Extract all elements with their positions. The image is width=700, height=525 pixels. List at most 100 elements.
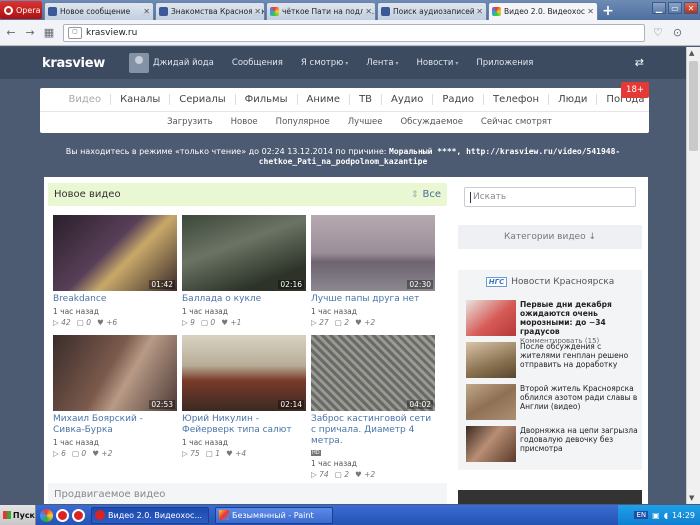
- link-watching-now[interactable]: Сейчас смотрят: [472, 117, 561, 127]
- video-stats: ▷ 74 ▢ 2 ♥ +2: [311, 470, 376, 479]
- close-tab-icon[interactable]: ✕: [474, 7, 483, 16]
- video-title[interactable]: Лучше папы друга нет: [311, 294, 435, 305]
- start-button[interactable]: Пуск: [0, 505, 36, 525]
- link-popular[interactable]: Популярное: [267, 117, 339, 127]
- tab-radio[interactable]: Радио: [433, 94, 485, 105]
- scroll-down-icon[interactable]: ▼: [689, 494, 694, 502]
- page-info-icon[interactable]: ▢: [68, 26, 82, 39]
- taskbar-window-paint[interactable]: Безымянный - Paint: [215, 506, 333, 524]
- vk-icon: [48, 7, 57, 16]
- shuffle-icon[interactable]: ⇄: [635, 56, 644, 69]
- tab-tv[interactable]: ТВ: [350, 94, 383, 105]
- avatar[interactable]: [128, 53, 149, 73]
- tab-people[interactable]: Люди: [549, 94, 598, 105]
- video-thumbnail[interactable]: 02:14: [182, 335, 306, 411]
- video-card[interactable]: 02:14 Юрий Никулин - Фейерверк типа салю…: [182, 335, 306, 458]
- category-menu: Видео Каналы Сериалы Фильмы Аниме ТВ Ауд…: [40, 82, 649, 133]
- taskbar-window-opera[interactable]: Видео 2.0. Видеохос...: [91, 506, 209, 524]
- nav-news[interactable]: Новости: [417, 58, 459, 68]
- nav-watching[interactable]: Я смотрю: [301, 58, 348, 68]
- close-tab-icon[interactable]: ✕: [585, 7, 594, 16]
- readonly-notice: Вы находитесь в режиме «только чтение» д…: [65, 147, 621, 166]
- browser-tab[interactable]: Поиск аудиозаписей ✕: [377, 2, 487, 20]
- close-tab-icon[interactable]: ✕: [141, 7, 150, 16]
- nav-messages[interactable]: Сообщения: [232, 58, 283, 68]
- video-title[interactable]: Заброс кастинговой сети с причала. Диаме…: [311, 414, 435, 447]
- opera-icon: [95, 510, 105, 520]
- site-logo[interactable]: krasview: [42, 56, 105, 71]
- tab-video[interactable]: Видео: [60, 94, 112, 105]
- video-title[interactable]: Баллада о кукле: [182, 294, 306, 305]
- close-tab-icon[interactable]: ✕: [363, 7, 372, 16]
- back-icon[interactable]: ←: [3, 26, 19, 39]
- news-item[interactable]: Дворняжка на цепи загрызла годовалую дев…: [466, 426, 638, 462]
- video-thumbnail[interactable]: 02:53: [53, 335, 177, 411]
- video-categories-dropdown[interactable]: Категории видео ↓: [458, 225, 642, 249]
- news-item[interactable]: Второй житель Красноярска облился азотом…: [466, 384, 638, 420]
- volume-icon[interactable]: ◖: [664, 511, 668, 520]
- user-name-link[interactable]: Джидай йода: [153, 58, 214, 68]
- chrome-icon[interactable]: [40, 508, 53, 522]
- sort-icon[interactable]: ⇕: [411, 190, 419, 200]
- news-item[interactable]: После обсуждения с жителями генплан реше…: [466, 342, 638, 378]
- network-icon[interactable]: ▣: [652, 511, 660, 520]
- news-thumbnail[interactable]: [466, 300, 516, 336]
- news-thumbnail[interactable]: [466, 384, 516, 420]
- news-thumbnail[interactable]: [466, 342, 516, 378]
- link-new[interactable]: Новое: [222, 117, 267, 127]
- video-thumbnail[interactable]: 02:16: [182, 215, 306, 291]
- search-input[interactable]: Искать: [464, 187, 636, 207]
- news-item[interactable]: Первые дни декабря ожидаются очень мороз…: [466, 300, 638, 346]
- scrollbar-thumb[interactable]: [689, 61, 698, 151]
- browser-tab-active[interactable]: Видео 2.0. Видеохос... ✕: [488, 2, 598, 20]
- browser-tab[interactable]: чёткое Пати на подло... ✕: [266, 2, 376, 20]
- scroll-up-icon[interactable]: ▲: [689, 49, 694, 57]
- video-card[interactable]: 02:53 Михаил Боярский - Сивка-Бурка 1 ча…: [53, 335, 177, 458]
- link-discussed[interactable]: Обсуждаемое: [391, 117, 471, 127]
- heart-icon[interactable]: ♡: [653, 26, 663, 39]
- opera-icon[interactable]: [72, 508, 85, 522]
- url-input[interactable]: ▢ krasview.ru: [63, 23, 645, 42]
- link-best[interactable]: Лучшее: [339, 117, 392, 127]
- video-thumbnail[interactable]: 01:42: [53, 215, 177, 291]
- scrollbar[interactable]: ▲ ▼: [686, 47, 700, 504]
- all-link[interactable]: Все: [422, 189, 441, 200]
- maximize-icon[interactable]: ▭: [668, 2, 682, 14]
- nav-feed[interactable]: Лента: [366, 58, 398, 68]
- tab-phone[interactable]: Телефон: [484, 94, 550, 105]
- video-thumbnail[interactable]: 02:30: [311, 215, 435, 291]
- video-title[interactable]: Юрий Никулин - Фейерверк типа салют: [182, 414, 306, 436]
- video-card[interactable]: 01:42 Breakdance 1 час назад ▷ 42 ▢ 0 ♥ +6: [53, 215, 177, 327]
- video-card[interactable]: 02:16 Баллада о кукле 1 час назад ▷ 9 ▢ 0…: [182, 215, 306, 327]
- video-card[interactable]: 02:30 Лучше папы друга нет 1 час назад ▷…: [311, 215, 435, 327]
- browser-tab[interactable]: Знакомства Красноярск ✕: [155, 2, 265, 20]
- ngs-logo[interactable]: НГС: [485, 277, 508, 287]
- video-title[interactable]: Михаил Боярский - Сивка-Бурка: [53, 414, 177, 436]
- minimize-icon[interactable]: ▁: [652, 2, 666, 14]
- opera-icon[interactable]: [56, 508, 69, 522]
- main-content: Новое видео ⇕ Все 01:42 Breakdance 1 час…: [44, 177, 648, 504]
- close-tab-icon[interactable]: ✕: [252, 7, 261, 16]
- forward-icon[interactable]: →: [22, 26, 38, 39]
- download-icon[interactable]: ⊙: [673, 26, 682, 39]
- close-window-icon[interactable]: ✕: [684, 2, 698, 14]
- language-indicator[interactable]: EN: [634, 511, 649, 519]
- tab-channels[interactable]: Каналы: [111, 94, 171, 105]
- windows-logo-icon: [3, 511, 11, 519]
- browser-tab[interactable]: Новое сообщение ✕: [44, 2, 154, 20]
- news-thumbnail[interactable]: [466, 426, 516, 462]
- section-title: Новое видео: [54, 189, 121, 200]
- link-upload[interactable]: Загрузить: [158, 117, 222, 127]
- video-title[interactable]: Breakdance: [53, 294, 177, 305]
- tab-anime[interactable]: Аниме: [298, 94, 351, 105]
- tab-series[interactable]: Сериалы: [170, 94, 236, 105]
- video-card[interactable]: 04:02 Заброс кастинговой сети с причала.…: [311, 335, 435, 479]
- sidebar-banner[interactable]: [458, 490, 642, 504]
- speed-dial-icon[interactable]: ▦: [41, 26, 57, 39]
- new-tab-button[interactable]: +: [599, 3, 617, 19]
- tab-films[interactable]: Фильмы: [236, 94, 298, 105]
- nav-apps[interactable]: Приложения: [476, 58, 533, 68]
- video-thumbnail[interactable]: 04:02: [311, 335, 435, 411]
- tab-audio[interactable]: Аудио: [382, 94, 434, 105]
- opera-menu-button[interactable]: Opera: [0, 1, 42, 19]
